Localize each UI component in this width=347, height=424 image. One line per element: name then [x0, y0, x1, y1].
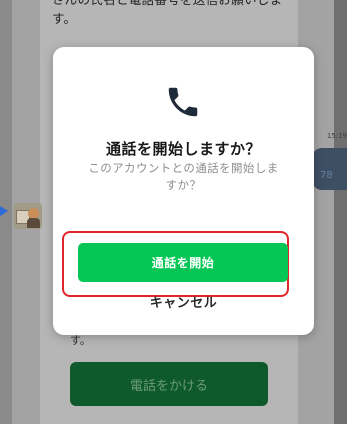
background-message-line: さんの氏名と電話番号を送信お願いしま	[52, 0, 302, 9]
background-right-edge	[334, 0, 347, 424]
call-confirm-dialog: 通話を開始しますか？ このアカウントとの通話を開始しますか？ 通話を開始 キャン…	[53, 47, 314, 335]
cancel-button[interactable]: キャンセル	[53, 293, 314, 315]
background-bubble-text: 78	[320, 170, 333, 181]
background-call-button: 電話をかける	[70, 362, 268, 406]
start-call-button[interactable]: 通話を開始	[78, 243, 288, 282]
dialog-title: 通話を開始しますか？	[105, 140, 261, 158]
background-message-text: さんの氏名と電話番号を送信お願いしま す。	[52, 0, 302, 28]
background-message-line: す。	[52, 11, 77, 26]
avatar	[14, 203, 42, 229]
phone-icon	[168, 87, 198, 117]
background-chat-bubble	[312, 148, 347, 190]
background-timestamp: 15:19	[326, 132, 347, 140]
dialog-message: このアカウントとの通話を開始しますか？	[88, 161, 279, 192]
pointer-arrow-icon	[0, 206, 8, 216]
